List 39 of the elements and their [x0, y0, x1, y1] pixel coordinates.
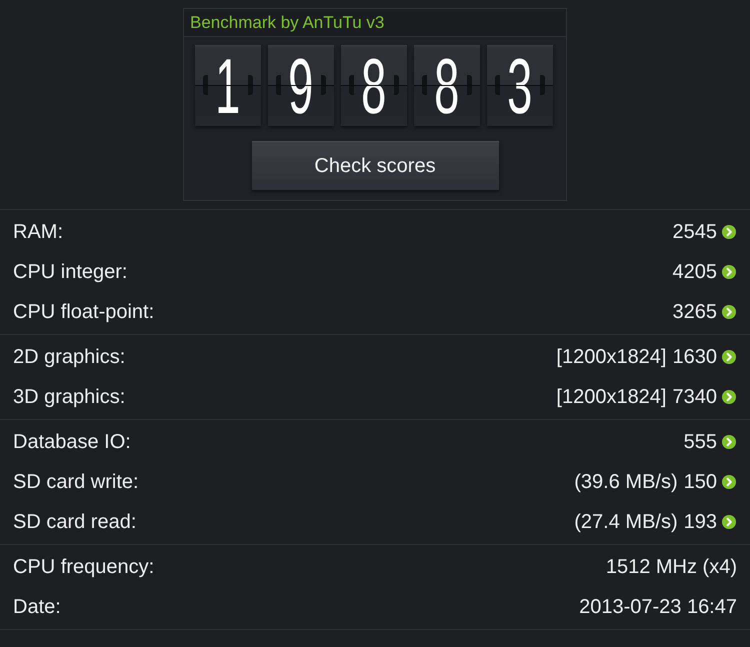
score-digit: 3 — [487, 45, 553, 126]
chevron-right-icon[interactable] — [722, 435, 736, 449]
score-digit: 1 — [195, 45, 261, 126]
score-value: 1630 — [672, 346, 717, 368]
row-label: SD card read: — [13, 510, 136, 534]
row-label: SD card write: — [13, 470, 139, 494]
score-value: 150 — [684, 470, 717, 494]
chevron-right-icon[interactable] — [722, 225, 736, 239]
info-value: 2013-07-23 16:47 — [579, 596, 737, 618]
score-value: 193 — [684, 510, 717, 534]
score-detail: (27.4 MB/s) — [574, 510, 678, 534]
check-scores-button[interactable]: Check scores — [252, 141, 498, 190]
row-label: Database IO: — [13, 430, 131, 454]
score-value: 555 — [684, 430, 717, 454]
benchmark-title: Benchmark by AnTuTu v3 — [184, 9, 566, 37]
chevron-right-icon[interactable] — [722, 305, 736, 319]
score-detail: [1200x1824] — [556, 386, 666, 408]
row-label: 3D graphics: — [13, 386, 126, 408]
row-label: Date: — [13, 596, 61, 618]
score-value: 2545 — [672, 220, 717, 244]
chevron-right-icon[interactable] — [722, 265, 736, 279]
score-digit: 9 — [268, 45, 334, 126]
info-value: 1512 MHz (x4) — [606, 556, 737, 578]
chevron-right-icon[interactable] — [722, 515, 736, 529]
chevron-right-icon[interactable] — [722, 390, 736, 404]
score-detail: (39.6 MB/s) — [574, 470, 678, 494]
row-label: 2D graphics: — [13, 346, 126, 368]
chevron-right-icon[interactable] — [722, 475, 736, 489]
score-digit: 8 — [341, 45, 407, 126]
row-label: CPU integer: — [13, 260, 128, 284]
score-value: 4205 — [672, 260, 717, 284]
score-detail: [1200x1824] — [556, 346, 666, 368]
score-digit: 8 — [414, 45, 480, 126]
row-label: CPU frequency: — [13, 556, 154, 578]
chevron-right-icon[interactable] — [722, 350, 736, 364]
row-label: RAM: — [13, 220, 63, 244]
score-value: 7340 — [672, 386, 717, 408]
row-label: CPU float-point: — [13, 300, 154, 324]
score-value: 3265 — [672, 300, 717, 324]
